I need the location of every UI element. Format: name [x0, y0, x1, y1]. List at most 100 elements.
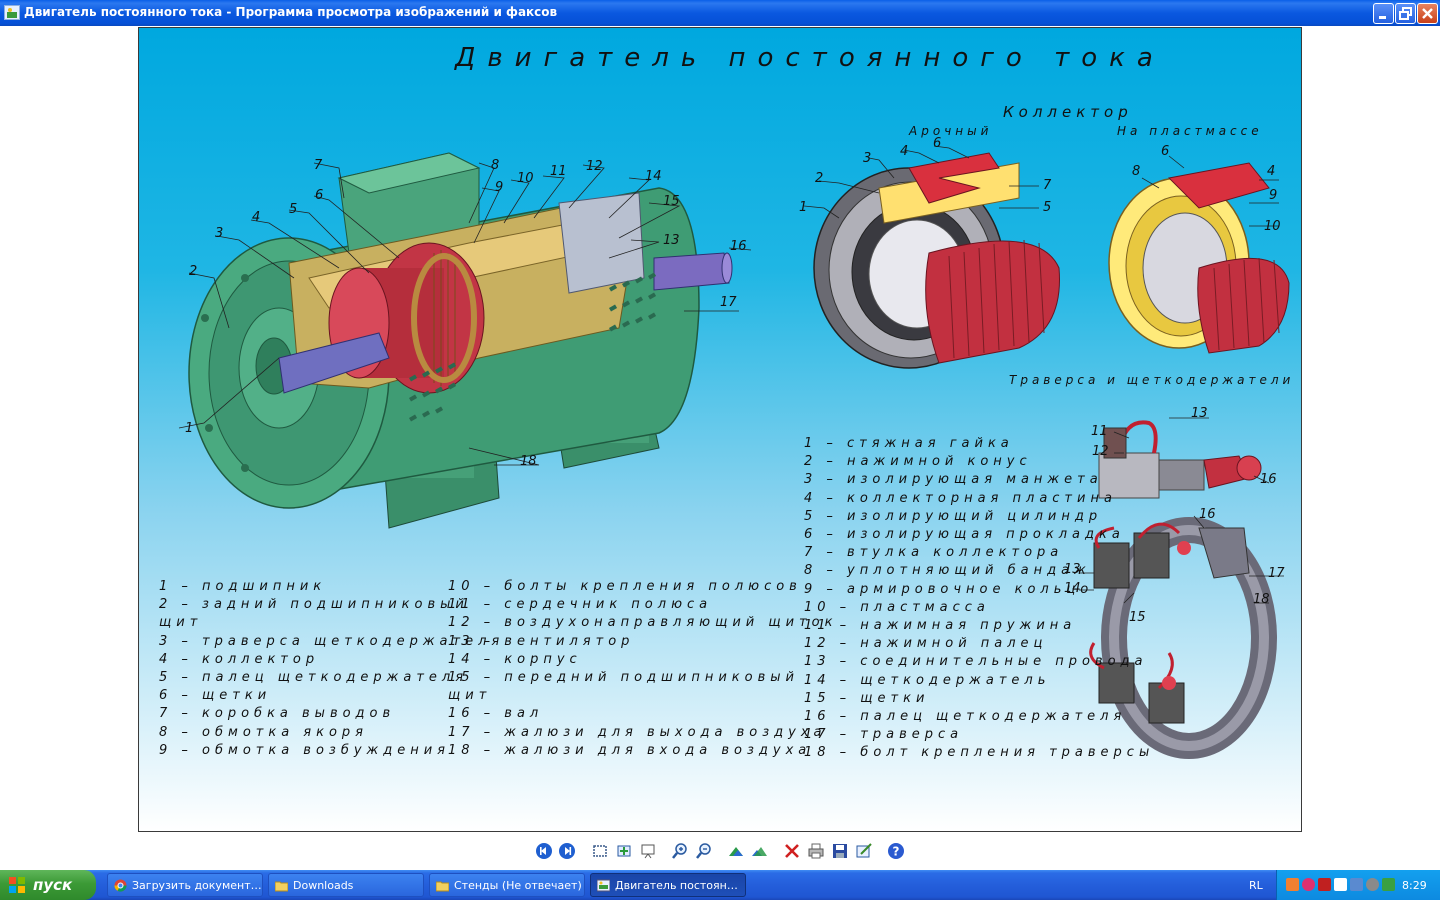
edit-button[interactable] [855, 842, 873, 860]
legend-item: 10 – пластмасса [804, 599, 990, 615]
callout-motor-8: 8 [491, 158, 500, 173]
callout-brush-12: 12 [1092, 444, 1109, 459]
next-image-button[interactable] [558, 842, 576, 860]
collector-heading: Коллектор [1003, 103, 1133, 121]
folder-icon [275, 881, 288, 892]
minimize-button[interactable] [1373, 3, 1394, 24]
collector-plastic-label: На пластмассе [1117, 124, 1263, 138]
edit-icon [856, 843, 872, 858]
previous-image-icon [536, 843, 552, 859]
window-title: Двигатель постоянного тока - Программа п… [24, 5, 558, 19]
taskbar-item-downloads[interactable]: Downloads [268, 873, 424, 897]
help-button[interactable]: ? [887, 842, 905, 860]
rotate-counterclockwise-button[interactable] [750, 842, 768, 860]
actual-size-button[interactable] [615, 842, 633, 860]
taskbar-item-image-viewer[interactable]: Двигатель постоян… [590, 873, 746, 897]
save-button[interactable] [831, 842, 849, 860]
callout-arched-7: 7 [1043, 178, 1052, 193]
tray-network-icon[interactable] [1334, 878, 1347, 891]
callout-motor-16: 16 [730, 239, 747, 254]
callout-motor-12: 12 [586, 159, 603, 174]
legend-item: 17 – жалюзи для выхода воздуха [448, 724, 827, 740]
maximize-button[interactable] [1395, 3, 1416, 24]
slideshow-button[interactable] [639, 842, 657, 860]
taskbar-item-label: Двигатель постоян… [615, 879, 738, 892]
svg-text:?: ? [893, 845, 900, 859]
callout-traverse-17: 17 [1268, 566, 1285, 581]
legend-item: 6 – изолирующая прокладка [804, 527, 1125, 543]
legend-item: 15 – передний подшипниковый [448, 670, 799, 686]
clock: 8:29 [1402, 879, 1427, 892]
legend-item: 14 – щеткодержатель [804, 672, 1051, 688]
legend-item: 18 – жалюзи для входа воздуха [448, 742, 812, 758]
callout-motor-2: 2 [189, 264, 198, 279]
image-viewer-icon [597, 879, 610, 892]
callout-motor-17: 17 [720, 295, 737, 310]
zoom-out-icon [696, 843, 711, 859]
legend-item: 11 – нажимная пружина [804, 618, 1077, 634]
language-indicator[interactable]: RL [1249, 879, 1263, 892]
legend-item: 14 – корпус [448, 651, 582, 667]
print-button[interactable] [807, 842, 825, 860]
tray-volume-icon[interactable] [1366, 878, 1379, 891]
rotate-clockwise-button[interactable] [727, 842, 745, 860]
next-image-icon [559, 843, 575, 859]
legend-item: 15 – щетки [804, 690, 930, 706]
tray-display-icon[interactable] [1350, 878, 1363, 891]
callout-motor-9: 9 [495, 180, 504, 195]
callout-traverse-18: 18 [1253, 592, 1270, 607]
rotate-clockwise-icon [729, 847, 743, 856]
callout-brush-16: 16 [1260, 472, 1277, 487]
callout-motor-15: 15 [663, 194, 680, 209]
callout-traverse-16: 16 [1199, 507, 1216, 522]
callout-motor-13: 13 [663, 233, 680, 248]
taskbar-item-label: Downloads [293, 879, 354, 892]
image-viewer-icon [4, 5, 20, 20]
callout-arched-2: 2 [815, 171, 824, 186]
legend-item: 17 – траверса [804, 727, 964, 743]
save-icon [833, 844, 847, 858]
legend-item: 13 – соединительные провода [804, 654, 1148, 670]
taskbar-item-label: Загрузить документ… [132, 879, 262, 892]
windows-flag-icon [9, 877, 25, 893]
callout-motor-5: 5 [289, 202, 298, 217]
close-icon [1422, 8, 1433, 19]
callout-plastic-10: 10 [1264, 219, 1281, 234]
callout-motor-10: 10 [517, 171, 534, 186]
callout-brush-13: 13 [1191, 406, 1208, 421]
best-fit-icon [593, 845, 607, 857]
traverse-heading: Траверса и щеткодержатели [1009, 373, 1295, 387]
legend-item: 13 – вентилятор [448, 633, 635, 649]
delete-button[interactable] [783, 842, 801, 860]
dc-motor-drawing [178, 152, 752, 529]
close-button[interactable] [1417, 3, 1438, 24]
legend-item: 7 – втулка коллектора [804, 545, 1064, 561]
tray-app-icon[interactable] [1286, 878, 1299, 891]
tray-safely-remove-icon[interactable] [1382, 878, 1395, 891]
legend-item: 9 – армировочное кольцо [804, 581, 1094, 597]
legend-item: 12 – воздухонаправляющий щиток [448, 615, 838, 631]
callout-plastic-6: 6 [1161, 144, 1170, 159]
collector-arched-label: Арочный [909, 124, 993, 138]
zoom-in-icon [672, 843, 687, 859]
taskbar-item-stands[interactable]: Стенды (Не отвечает) [429, 873, 585, 897]
plastic-collector-drawing [1108, 155, 1290, 354]
tray-heart-icon[interactable] [1302, 878, 1315, 891]
callout-plastic-8: 8 [1132, 164, 1141, 179]
zoom-in-button[interactable] [671, 842, 689, 860]
legend-item: 4 – коллекторная пластина [804, 490, 1117, 506]
legend-item: 10 – болты крепления полюсов [448, 579, 802, 594]
legend-item: 12 – нажимной палец [804, 636, 1048, 652]
taskbar-item-chrome[interactable]: Загрузить документ… [107, 873, 263, 897]
poster-title: Двигатель постоянного тока [455, 43, 1165, 73]
legend-collector-traverse: 1 – стяжная гайка 2 – нажимной конус 3 –… [804, 435, 1154, 763]
arched-collector-drawing [803, 145, 1060, 369]
previous-image-button[interactable] [535, 842, 553, 860]
callout-motor-3: 3 [215, 226, 224, 241]
folder-icon [436, 881, 449, 892]
zoom-out-button[interactable] [695, 842, 713, 860]
tray-close-icon[interactable] [1318, 878, 1331, 891]
window-title-bar[interactable]: Двигатель постоянного тока - Программа п… [0, 0, 1440, 26]
callout-traverse-14: 14 [1064, 581, 1081, 596]
best-fit-button[interactable] [591, 842, 609, 860]
